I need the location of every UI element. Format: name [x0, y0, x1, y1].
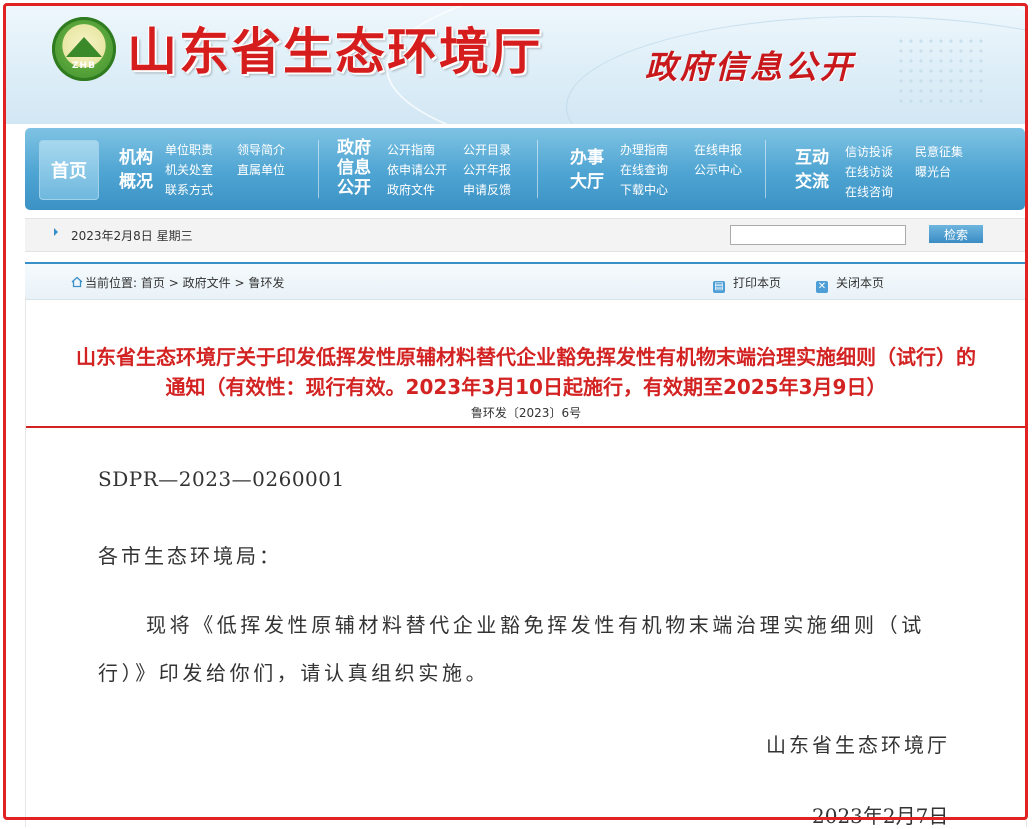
nav-group-org: 机构 概况 单位职责 领导简介 机关处室 直属单位 联系方式: [119, 140, 329, 200]
print-icon: ▤: [713, 281, 725, 293]
nav-link-exposure[interactable]: 曝光台: [915, 162, 951, 182]
breadcrumb-prefix: 当前位置:: [85, 276, 138, 290]
nav-group-title-line: 信息: [337, 158, 371, 178]
nav-home-button[interactable]: 首页: [39, 140, 99, 200]
nav-group-title[interactable]: 互动 交流: [795, 146, 829, 194]
nav-group-title-line: 办事: [570, 148, 604, 168]
section-title: 政府信息公开: [645, 48, 856, 86]
nav-link-offices[interactable]: 机关处室: [165, 160, 213, 180]
nav-link-catalog[interactable]: 公开目录: [463, 140, 511, 160]
breadcrumb-gov-docs[interactable]: 政府文件: [183, 276, 231, 290]
banner-dots: [896, 36, 986, 106]
nav-group-disclosure: 政府 信息 公开 公开指南 公开目录 依申请公开 公开年报 政府文件 申请反馈: [337, 138, 557, 200]
nav-group-title-line: 公开: [337, 178, 371, 198]
nav-link-contact[interactable]: 联系方式: [165, 180, 213, 200]
nav-group-title-line: 交流: [795, 172, 829, 192]
document-content: 山东省生态环境厅关于印发低挥发性原辅材料替代企业豁免挥发性有机物末端治理实施细则…: [25, 297, 1027, 828]
nav-link-affiliates[interactable]: 直属单位: [237, 160, 285, 180]
nav-separator: [765, 140, 766, 198]
print-label: 打印本页: [733, 276, 782, 290]
nav-group-title-line: 政府: [337, 138, 371, 158]
document-title: 山东省生态环境厅关于印发低挥发性原辅材料替代企业豁免挥发性有机物末端治理实施细则…: [26, 342, 1026, 402]
bullet-arrow-icon: [54, 228, 58, 236]
document-number: 鲁环发〔2023〕6号: [470, 406, 582, 420]
nav-link-notices[interactable]: 公示中心: [694, 160, 742, 180]
home-icon: [71, 276, 83, 288]
site-title[interactable]: 山东省生态环境厅: [127, 12, 543, 84]
search-button[interactable]: 检索: [929, 225, 983, 243]
nav-link-procedures[interactable]: 办理指南: [620, 140, 668, 160]
logo-emblem-icon[interactable]: ZHB: [52, 17, 116, 81]
document-body-line: 现将《低挥发性原辅材料替代企业豁免挥发性有机物末端治理实施细则（试: [146, 613, 925, 637]
document-code: SDPR—2023—0260001: [98, 467, 345, 491]
nav-link-guide[interactable]: 公开指南: [387, 140, 435, 160]
document-body-line: 行）》印发给你们，请认真组织实施。: [98, 661, 490, 685]
nav-group-title[interactable]: 办事 大厅: [570, 146, 604, 194]
nav-separator: [318, 140, 319, 198]
nav-link-complaints[interactable]: 信访投诉: [845, 142, 893, 162]
nav-link-online-apply[interactable]: 在线申报: [694, 140, 742, 160]
document-title-line: 通知（有效性：现行有效。2023年3月10日起施行，有效期至2025年3月9日）: [165, 375, 887, 399]
breadcrumb-separator: >: [168, 276, 179, 290]
nav-link-duties[interactable]: 单位职责: [165, 140, 213, 160]
nav-link-apply[interactable]: 依申请公开: [387, 160, 447, 180]
document-date: 2023年2月7日: [812, 804, 949, 828]
close-page-button[interactable]: ✕ 关闭本页: [816, 274, 884, 293]
date-search-bar: 2023年2月8日 星期三 检索: [25, 218, 1025, 252]
mountain-icon: [66, 37, 102, 57]
document-title-line: 山东省生态环境厅关于印发低挥发性原辅材料替代企业豁免挥发性有机物末端治理实施细则…: [76, 345, 976, 369]
search-input[interactable]: [730, 225, 906, 245]
nav-group-title[interactable]: 政府 信息 公开: [337, 138, 371, 198]
nav-group-services: 办事 大厅 办理指南 在线申报 在线查询 公示中心 下载中心: [570, 140, 780, 200]
nav-link-leaders[interactable]: 领导简介: [237, 140, 285, 160]
print-page-button[interactable]: ▤ 打印本页: [713, 274, 781, 293]
nav-link-interviews[interactable]: 在线访谈: [845, 162, 893, 182]
nav-group-title-line: 概况: [119, 172, 153, 192]
nav-group-title-line: 大厅: [570, 172, 604, 192]
breadcrumb-bar: 当前位置: 首页 > 政府文件 > 鲁环发 ▤ 打印本页 ✕ 关闭本页: [25, 262, 1025, 300]
title-divider: [26, 426, 1026, 428]
breadcrumb-current[interactable]: 鲁环发: [248, 276, 284, 290]
breadcrumb: 当前位置: 首页 > 政府文件 > 鲁环发: [71, 274, 284, 291]
nav-group-interaction: 互动 交流 信访投诉 民意征集 在线访谈 曝光台 在线咨询: [795, 140, 1005, 200]
document-salutation: 各市生态环境局：: [98, 544, 282, 568]
close-label: 关闭本页: [836, 276, 885, 290]
nav-link-feedback[interactable]: 申请反馈: [463, 180, 511, 200]
nav-group-title-line: 机构: [119, 148, 153, 168]
main-nav: 首页 机构 概况 单位职责 领导简介 机关处室 直属单位 联系方式 政府 信息 …: [25, 128, 1025, 210]
breadcrumb-separator: >: [234, 276, 245, 290]
close-icon: ✕: [816, 281, 828, 293]
nav-link-downloads[interactable]: 下载中心: [620, 180, 668, 200]
nav-link-opinion[interactable]: 民意征集: [915, 142, 963, 162]
document-signature: 山东省生态环境厅: [766, 733, 950, 757]
nav-group-title[interactable]: 机构 概况: [119, 146, 153, 194]
nav-group-title-line: 互动: [795, 148, 829, 168]
emblem-text: ZHB: [72, 61, 96, 71]
breadcrumb-home[interactable]: 首页: [141, 276, 165, 290]
current-date: 2023年2月8日 星期三: [71, 229, 193, 243]
nav-link-annual-report[interactable]: 公开年报: [463, 160, 511, 180]
nav-separator: [537, 140, 538, 198]
nav-link-online-query[interactable]: 在线查询: [620, 160, 668, 180]
nav-link-gov-docs[interactable]: 政府文件: [387, 180, 435, 200]
nav-link-consult[interactable]: 在线咨询: [845, 182, 893, 202]
